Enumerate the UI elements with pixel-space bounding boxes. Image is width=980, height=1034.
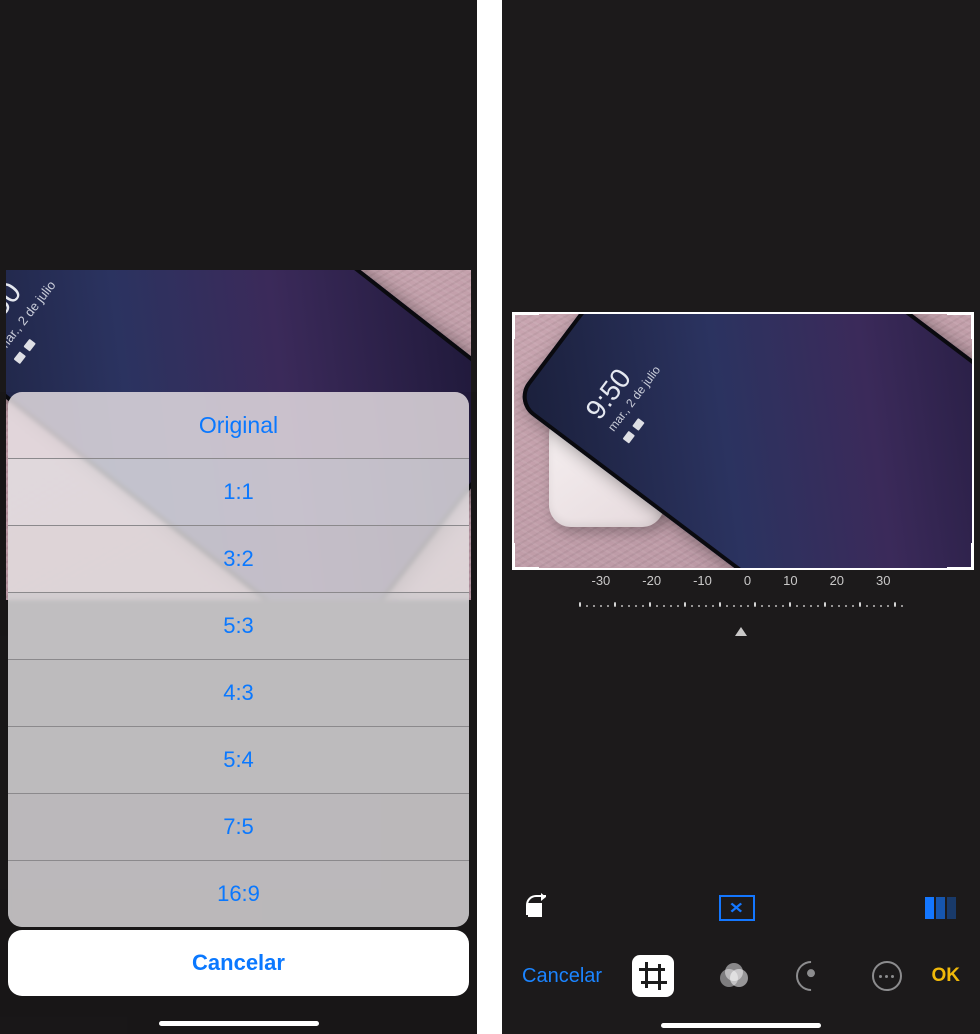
more-tool-icon[interactable] (872, 961, 902, 991)
crop-handle-tl[interactable] (512, 312, 539, 339)
dial-label: -30 (591, 573, 610, 588)
ok-button[interactable]: OK (931, 965, 960, 987)
dial-label: -10 (693, 573, 712, 588)
aspect-option-3-2[interactable]: 3:2 (8, 526, 469, 593)
aspect-option-5-3[interactable]: 5:3 (8, 593, 469, 660)
aspect-cancel-button[interactable]: Cancelar (8, 930, 469, 996)
dial-label: 10 (783, 573, 797, 588)
home-indicator (159, 1021, 319, 1026)
aspect-option-original[interactable]: Original (8, 392, 469, 459)
crop-preview[interactable]: 9:50 mar., 2 de julio (512, 312, 974, 570)
dial-label: 20 (830, 573, 844, 588)
dial-label: -20 (642, 573, 661, 588)
dial-ticks (551, 593, 931, 623)
aspect-ratio-icon[interactable]: ✕ (719, 895, 755, 921)
rotation-dial[interactable]: -30 -20 -10 0 10 20 30 (551, 565, 931, 655)
aspect-option-5-4[interactable]: 5:4 (8, 727, 469, 794)
crop-tool-row: ✕ (502, 888, 980, 928)
aspect-ratio-sheet: Original 1:1 3:2 5:3 4:3 5:4 7:5 16:9 (8, 392, 469, 927)
compare-icon[interactable] (925, 897, 956, 919)
adjust-tool-icon[interactable] (790, 955, 832, 997)
rotate-icon[interactable] (526, 897, 548, 919)
dial-label: 30 (876, 573, 890, 588)
crop-handle-bl[interactable] (512, 543, 539, 570)
aspect-option-7-5[interactable]: 7:5 (8, 794, 469, 861)
cancel-button[interactable]: Cancelar (522, 965, 602, 988)
crop-handle-tr[interactable] (947, 312, 974, 339)
dial-label: 0 (744, 573, 751, 588)
editor-bottom-bar: Cancelar OK (502, 946, 980, 1006)
phone-in-photo: 9:50 mar., 2 de julio (513, 312, 974, 570)
panel-crop-editor: 9:50 mar., 2 de julio -30 -20 -10 0 10 2… (502, 0, 980, 1034)
aspect-option-1-1[interactable]: 1:1 (8, 459, 469, 526)
aspect-option-4-3[interactable]: 4:3 (8, 660, 469, 727)
aspect-option-16-9[interactable]: 16:9 (8, 861, 469, 927)
crop-tool-icon[interactable] (632, 955, 674, 997)
panel-aspect-ratio-sheet: 9:50 mar., 2 de julio Original 1:1 3:2 5… (0, 0, 477, 1034)
dial-pointer-icon (735, 627, 747, 636)
filters-tool-icon[interactable] (720, 963, 750, 989)
home-indicator (661, 1023, 821, 1028)
crop-handle-br[interactable] (947, 543, 974, 570)
